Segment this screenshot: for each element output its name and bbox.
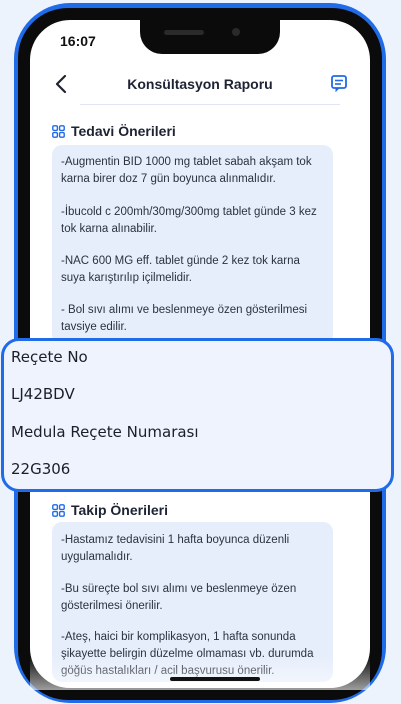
grid-icon (52, 125, 65, 138)
medula-value: 22G306 (11, 460, 71, 478)
medula-label: Medula Reçete Numarası (11, 423, 199, 441)
treatment-item: -NAC 600 MG eff. tablet günde 2 kez tok … (61, 255, 300, 284)
home-indicator[interactable] (170, 677, 260, 681)
recete-no-value: LJ42BDV (11, 385, 75, 403)
app-header: Konsültasyon Raporu (30, 70, 370, 100)
prescription-popup: Reçete No LJ42BDV Medula Reçete Numarası… (1, 338, 394, 492)
followup-section-title: Takip Önerileri (52, 502, 168, 518)
treatment-title-text: Tedavi Önerileri (71, 123, 176, 139)
header-divider (80, 104, 340, 105)
status-time: 16:07 (60, 33, 96, 49)
message-icon[interactable] (330, 74, 348, 92)
treatment-item: - Bol sıvı alımı ve beslenmeye özen göst… (61, 304, 308, 333)
scroll-fade (30, 655, 370, 690)
followup-item: -Bu süreçte bol sıvı alımı ve beslenmeye… (61, 583, 297, 612)
treatment-card: -Augmentin BID 1000 mg tablet sabah akşa… (52, 145, 333, 345)
treatment-item: -Augmentin BID 1000 mg tablet sabah akşa… (61, 156, 312, 185)
recete-no-label: Reçete No (11, 348, 88, 366)
followup-item: -Hastamız tedavisini 1 hafta boyunca düz… (61, 534, 290, 563)
grid-icon (52, 504, 65, 517)
phone-notch (140, 20, 280, 54)
page-title: Konsültasyon Raporu (127, 76, 273, 92)
followup-title-text: Takip Önerileri (71, 502, 168, 518)
speaker-grill (164, 30, 204, 35)
camera-icon (232, 28, 240, 36)
treatment-section-title: Tedavi Önerileri (52, 123, 176, 139)
treatment-item: -İbucold c 200mh/30mg/300mg tablet günde… (61, 206, 317, 235)
